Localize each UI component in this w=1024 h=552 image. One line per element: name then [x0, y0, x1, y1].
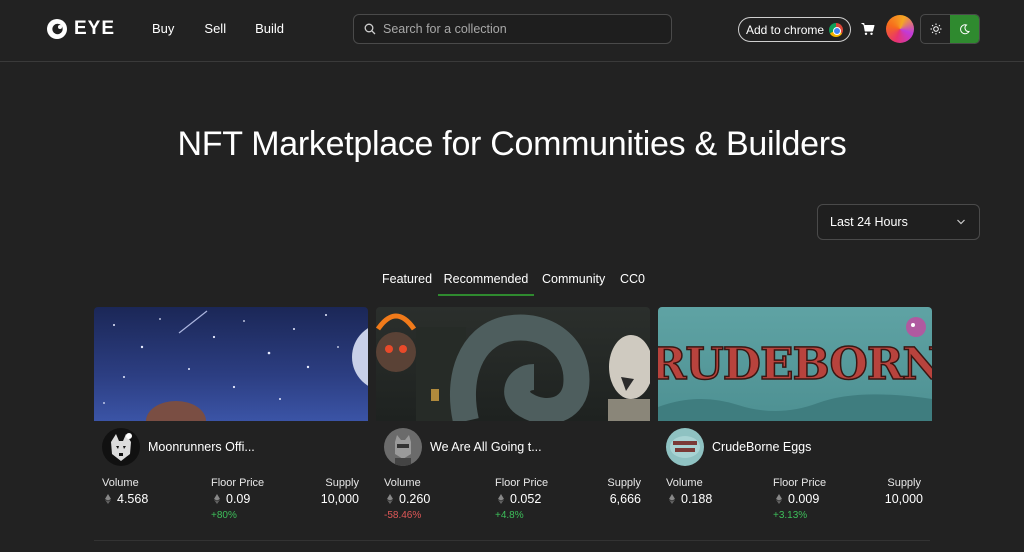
collection-banner: CRUDEBORNE	[658, 307, 932, 421]
floor-price-label: Floor Price	[495, 477, 549, 489]
floor-price-label: Floor Price	[773, 477, 827, 489]
wolf-avatar-icon	[111, 433, 132, 461]
floor-price-amount: 0.009	[788, 492, 820, 506]
floor-price-amount: 0.09	[226, 492, 251, 506]
volume-amount: 4.568	[117, 492, 149, 506]
volume-value: 0.260	[387, 492, 430, 506]
nav-buy[interactable]: Buy	[152, 21, 174, 36]
chrome-icon	[829, 22, 844, 37]
eth-icon	[498, 494, 504, 504]
volume-change: -58.46%	[384, 510, 422, 521]
tab-cc0[interactable]: CC0	[620, 272, 645, 296]
add-to-chrome-label: Add to chrome	[746, 22, 825, 37]
search-input[interactable]	[383, 22, 653, 36]
supply-value: 10,000	[884, 492, 923, 506]
nav-build[interactable]: Build	[255, 21, 284, 36]
volume-amount: 0.260	[399, 492, 431, 506]
collection-banner	[376, 307, 650, 421]
volume-label: Volume	[384, 477, 421, 489]
cart-icon[interactable]	[861, 22, 875, 36]
supply-label: Supply	[607, 477, 641, 489]
collection-banner	[94, 307, 368, 421]
top-header: EYE Buy Sell Build Add to chrome	[0, 0, 1024, 62]
collection-card[interactable]: We Are All Going t... Volume 0.260 -58.4…	[376, 307, 650, 547]
time-range-value: Last 24 Hours	[830, 215, 908, 229]
eth-icon	[387, 494, 393, 504]
collection-card[interactable]: CRUDEBORNE CrudeBorne Eggs Volume 0.188 …	[658, 307, 932, 547]
crudeborne-banner-text: CRUDEBORNE	[658, 339, 932, 390]
collection-avatar	[102, 428, 140, 466]
floor-price-change: +4.8%	[495, 510, 524, 521]
add-to-chrome-button[interactable]: Add to chrome	[738, 17, 851, 42]
supply-label: Supply	[887, 477, 921, 489]
page-title: NFT Marketplace for Communities & Builde…	[177, 125, 847, 163]
search-bar[interactable]	[353, 14, 672, 44]
floor-price-amount: 0.052	[510, 492, 542, 506]
eth-icon	[776, 494, 782, 504]
dark-mode-button[interactable]	[950, 15, 979, 43]
volume-label: Volume	[666, 477, 703, 489]
collection-avatar	[666, 428, 704, 466]
floor-price-change: +80%	[211, 510, 237, 521]
floor-price-value: 0.09	[214, 492, 250, 506]
collection-avatar	[384, 428, 422, 466]
eye-logo-icon	[47, 19, 67, 39]
night-sky-illustration	[103, 310, 368, 421]
sun-icon	[930, 23, 941, 35]
cat-avatar-icon	[395, 435, 411, 466]
logo[interactable]: EYE	[46, 18, 115, 40]
moon-icon	[960, 23, 970, 34]
volume-value: 0.188	[669, 492, 712, 506]
floor-price-value: 0.052	[498, 492, 541, 506]
chevron-down-icon	[957, 219, 965, 225]
volume-amount: 0.188	[681, 492, 713, 506]
tab-community[interactable]: Community	[542, 272, 605, 296]
floor-price-value: 0.009	[776, 492, 819, 506]
supply-label: Supply	[325, 477, 359, 489]
tab-featured[interactable]: Featured	[382, 272, 432, 296]
crudeborne-avatar-icon	[670, 436, 700, 458]
floor-price-change: +3.13%	[773, 510, 808, 521]
search-icon	[364, 23, 376, 35]
time-range-select[interactable]: Last 24 Hours	[817, 204, 980, 240]
creature-illustration	[376, 313, 650, 421]
collection-name: CrudeBorne Eggs	[712, 440, 812, 454]
collection-card[interactable]: Moonrunners Offi... Volume 4.568 Floor P…	[94, 307, 368, 547]
collection-name: Moonrunners Offi...	[148, 440, 255, 454]
theme-toggle	[920, 14, 980, 44]
nav-sell[interactable]: Sell	[204, 21, 226, 36]
logo-text: EYE	[74, 18, 116, 39]
floor-price-label: Floor Price	[211, 477, 265, 489]
eth-icon	[669, 494, 675, 504]
volume-value: 4.568	[105, 492, 148, 506]
collection-name: We Are All Going t...	[430, 440, 542, 454]
eth-icon	[105, 494, 111, 504]
user-avatar[interactable]	[886, 15, 914, 43]
crudeborne-banner-art: CRUDEBORNE	[658, 317, 932, 421]
volume-label: Volume	[102, 477, 139, 489]
supply-value: 10,000	[320, 492, 359, 506]
main-nav: Buy Sell Build	[152, 21, 284, 36]
supply-value: 6,666	[609, 492, 641, 506]
eth-icon	[214, 494, 220, 504]
light-mode-button[interactable]	[921, 15, 950, 43]
divider	[94, 540, 930, 541]
tab-recommended[interactable]: Recommended	[438, 272, 534, 296]
collection-tabs: Featured Recommended Community CC0	[0, 272, 1024, 296]
